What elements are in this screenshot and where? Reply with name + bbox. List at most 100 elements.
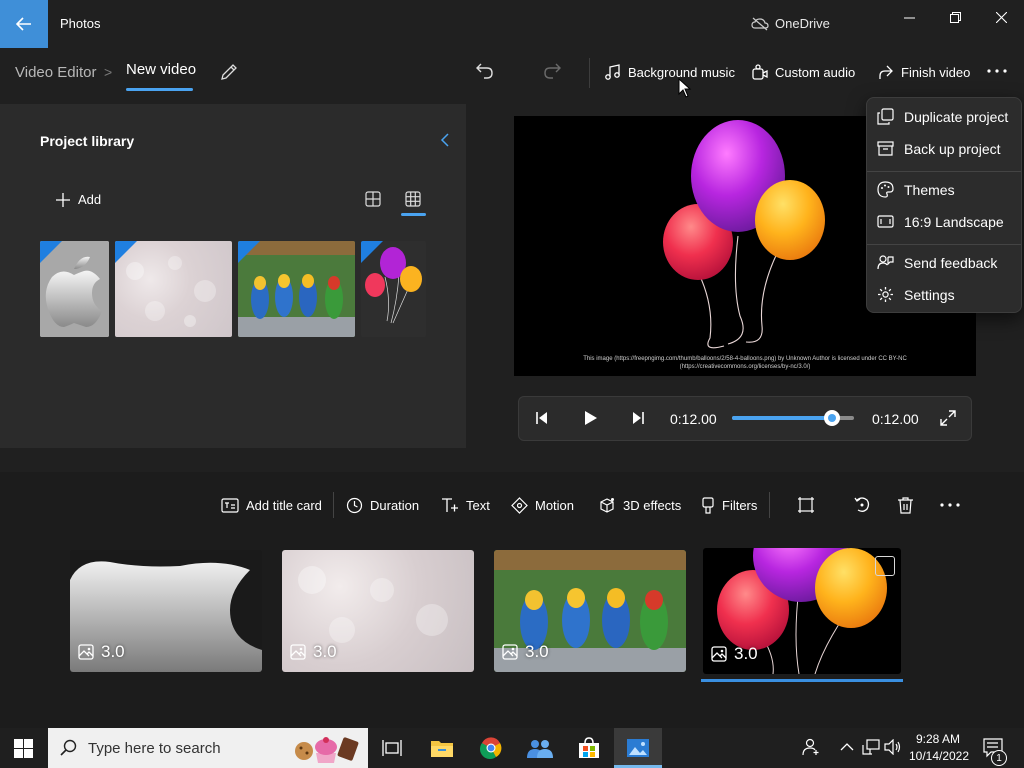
- play-button[interactable]: [582, 410, 598, 426]
- current-time: 0:12.00: [670, 411, 717, 427]
- storyboard-clip-1[interactable]: 3.0: [70, 550, 262, 672]
- network-icon: [862, 739, 880, 755]
- pencil-icon: [221, 64, 237, 80]
- fullscreen-button[interactable]: [940, 410, 956, 426]
- rotate-button[interactable]: [853, 496, 871, 514]
- seek-handle[interactable]: [824, 410, 841, 426]
- start-button[interactable]: [14, 739, 33, 758]
- chrome-button[interactable]: [467, 732, 515, 764]
- toolbar-divider: [589, 58, 590, 88]
- undo-icon: [476, 63, 493, 79]
- task-view-button[interactable]: [368, 732, 416, 764]
- redo-icon: [544, 63, 561, 79]
- photos-app-button[interactable]: [614, 732, 662, 764]
- people-icon: [527, 740, 553, 758]
- menu-item-back-up-project[interactable]: Back up project: [877, 140, 1001, 157]
- notification-badge: 1: [991, 750, 1007, 766]
- speaker-icon: [884, 739, 901, 755]
- filter-icon: [702, 496, 714, 514]
- volume-button[interactable]: [884, 739, 902, 755]
- restore-button[interactable]: [932, 0, 978, 34]
- next-frame-button[interactable]: [630, 410, 646, 426]
- custom-audio-button[interactable]: Custom audio: [750, 60, 855, 84]
- storyboard-clip-3[interactable]: 3.0: [494, 550, 686, 672]
- clip-duration: 3.0: [313, 642, 337, 661]
- collapse-library-button[interactable]: [440, 132, 450, 148]
- image-icon: [78, 644, 94, 660]
- library-item-balloons[interactable]: [361, 241, 426, 337]
- library-item-parrots[interactable]: [238, 241, 355, 337]
- file-explorer-button[interactable]: [418, 732, 466, 764]
- clip-duration: 3.0: [101, 642, 125, 661]
- close-button[interactable]: [978, 0, 1024, 34]
- onedrive-status[interactable]: OneDrive: [751, 16, 830, 31]
- minimize-button[interactable]: [886, 0, 932, 34]
- background-music-button[interactable]: Background music: [604, 60, 735, 84]
- menu-item-label: Back up project: [904, 140, 1001, 157]
- menu-item-duplicate-project[interactable]: Duplicate project: [877, 108, 1008, 125]
- menu-item-themes[interactable]: Themes: [877, 181, 955, 198]
- title-card-icon: [221, 497, 239, 513]
- motion-label: Motion: [535, 497, 575, 513]
- expand-icon: [940, 410, 956, 426]
- onedrive-label: OneDrive: [775, 16, 830, 31]
- previous-frame-button[interactable]: [534, 410, 550, 426]
- store-button[interactable]: [565, 732, 613, 764]
- show-hidden-icons-button[interactable]: [840, 742, 854, 752]
- more-options-button[interactable]: [986, 66, 1008, 76]
- redo-button[interactable]: [543, 62, 561, 80]
- storyboard-clip-4-selected[interactable]: 3.0: [703, 548, 901, 674]
- project-library-title: Project library: [40, 133, 135, 149]
- task-view-icon: [382, 740, 402, 756]
- clip-select-checkbox[interactable]: [875, 556, 895, 576]
- 3d-effects-button[interactable]: 3D effects: [598, 493, 681, 517]
- music-note-icon: [605, 63, 620, 80]
- back-button[interactable]: [0, 0, 48, 48]
- clock-time[interactable]: 9:28 AM: [913, 732, 963, 746]
- people-app-button[interactable]: [516, 732, 564, 764]
- 3d-effects-icon: [600, 497, 614, 513]
- filters-button[interactable]: Filters: [701, 493, 757, 517]
- rename-button[interactable]: [219, 62, 239, 82]
- seek-progress: [732, 416, 833, 420]
- menu-item-aspect-ratio[interactable]: 16:9 Landscape: [877, 213, 1004, 230]
- text-button[interactable]: Text: [441, 493, 490, 517]
- menu-item-label: Send feedback: [904, 254, 998, 271]
- store-bag-icon: [579, 737, 599, 758]
- large-grid-view-button[interactable]: [365, 191, 381, 207]
- mouse-cursor-icon: [678, 78, 692, 98]
- people-tray-button[interactable]: [802, 738, 820, 756]
- undo-button[interactable]: [476, 62, 494, 80]
- duration-label: Duration: [370, 497, 420, 513]
- more-horizontal-icon: [987, 69, 1007, 73]
- text-label: Text: [466, 497, 490, 513]
- duration-button[interactable]: Duration: [346, 493, 419, 517]
- menu-item-send-feedback[interactable]: Send feedback: [877, 254, 997, 271]
- network-button[interactable]: [862, 739, 880, 755]
- library-item-apple[interactable]: [40, 241, 109, 337]
- title-underline: [126, 88, 193, 91]
- clock-date[interactable]: 10/14/2022: [908, 749, 970, 763]
- photos-icon: [627, 739, 649, 757]
- menu-item-settings[interactable]: Settings: [877, 286, 955, 303]
- menu-item-label: 16:9 Landscape: [904, 213, 1004, 230]
- motion-button[interactable]: Motion: [511, 493, 574, 517]
- view-selected-indicator: [401, 213, 426, 216]
- delete-button[interactable]: [897, 496, 914, 514]
- clock-icon: [346, 497, 363, 513]
- crop-button[interactable]: [797, 496, 815, 514]
- storyboard-more-button[interactable]: [939, 500, 961, 510]
- image-icon: [502, 644, 518, 660]
- crop-icon: [798, 497, 814, 513]
- taskbar-search-box[interactable]: Type here to search: [48, 728, 368, 768]
- small-grid-view-button[interactable]: [405, 191, 421, 207]
- finish-video-button[interactable]: Finish video: [877, 60, 970, 84]
- search-icon: [60, 739, 77, 756]
- add-title-card-button[interactable]: Add title card: [221, 493, 322, 517]
- storyboard-clip-2[interactable]: 3.0: [282, 550, 474, 672]
- breadcrumb-video-editor[interactable]: Video Editor: [15, 64, 96, 81]
- minimize-icon: [903, 17, 915, 18]
- add-media-button[interactable]: Add: [56, 192, 101, 207]
- library-item-bokeh[interactable]: [115, 241, 232, 337]
- clip-duration-badge: 3.0: [290, 642, 337, 662]
